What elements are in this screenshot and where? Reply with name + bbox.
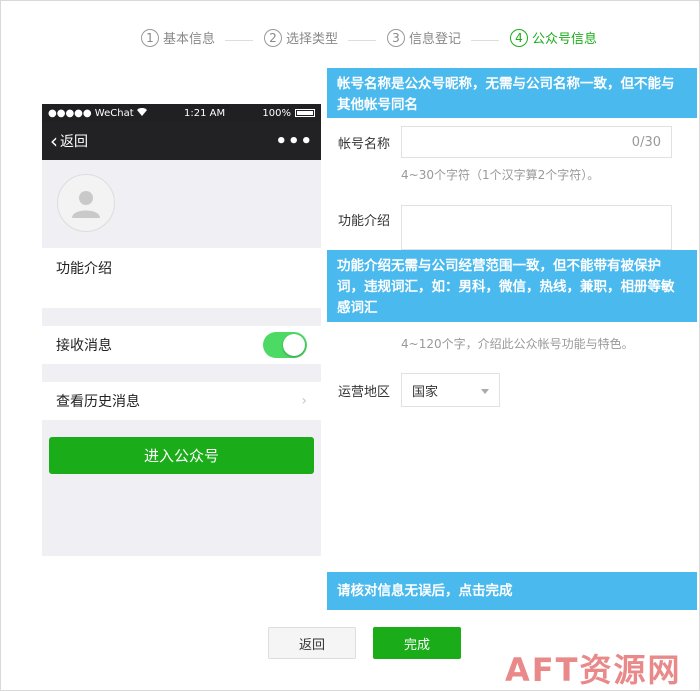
step-1-number: 1 <box>141 28 159 47</box>
step-divider <box>471 40 499 41</box>
avatar <box>57 174 115 232</box>
battery-icon <box>295 109 315 117</box>
intro-cell-label: 功能介绍 <box>56 261 112 277</box>
status-time: 1:21 AM <box>183 107 226 119</box>
chevron-right-icon: › <box>301 393 307 409</box>
more-icon[interactable]: ••• <box>275 131 313 152</box>
step-4: 4 公众号信息 <box>510 28 597 47</box>
done-button[interactable]: 完成 <box>373 627 461 659</box>
step-2-label: 选择类型 <box>286 32 339 47</box>
history-cell[interactable]: 查看历史消息 › <box>42 382 321 420</box>
step-3: 3 信息登记 <box>387 28 461 47</box>
account-name-label: 帐号名称 <box>338 137 391 152</box>
intro-cell: 功能介绍 <box>42 248 321 308</box>
carrier-label: ●●●●● WeChat <box>48 107 134 119</box>
battery-percent: 100% <box>262 107 291 119</box>
region-select[interactable]: 国家 <box>401 373 500 407</box>
caret-down-icon <box>481 389 489 394</box>
enter-account-button[interactable]: 进入公众号 <box>49 437 314 474</box>
step-divider <box>225 40 253 41</box>
confirm-tip: 请核对信息无误后，点击完成 <box>327 572 697 610</box>
step-4-label: 公众号信息 <box>532 32 598 47</box>
profile-area <box>42 160 321 248</box>
history-label: 查看历史消息 <box>56 394 140 410</box>
step-2: 2 选择类型 <box>264 28 338 47</box>
phone-back-label: 返回 <box>60 134 88 150</box>
step-3-label: 信息登记 <box>409 32 462 47</box>
back-button[interactable]: 返回 <box>268 627 356 659</box>
step-4-number: 4 <box>510 28 528 47</box>
intro-textarea[interactable] <box>401 205 672 250</box>
receive-message-toggle[interactable] <box>263 332 307 358</box>
step-indicator: 1 基本信息 2 选择类型 3 信息登记 4 公众号信息 <box>0 28 700 52</box>
account-name-tip: 帐号名称是公众号昵称，无需与公司名称一致，但不能与其他帐号同名 <box>327 68 697 118</box>
user-icon <box>72 191 100 218</box>
step-2-number: 2 <box>264 28 282 47</box>
intro-hint: 4~120个字，介绍此公众帐号功能与特色。 <box>401 337 634 351</box>
status-bar: ●●●●● WeChat 1:21 AM 100% <box>42 104 321 122</box>
chevron-left-icon: ‹ <box>50 129 58 153</box>
watermark: AFT资源网 <box>505 651 682 689</box>
phone-back-button[interactable]: ‹ 返回 <box>50 131 88 151</box>
region-select-value: 国家 <box>412 384 439 400</box>
receive-message-label: 接收消息 <box>56 338 112 354</box>
account-name-hint: 4~30个字符（1个汉字算2个字符）。 <box>401 168 600 182</box>
account-name-input[interactable]: 0/30 <box>401 126 672 158</box>
step-3-number: 3 <box>387 28 405 47</box>
region-label: 运营地区 <box>338 385 391 400</box>
step-divider <box>348 40 376 41</box>
confirm-tip-text: 请核对信息无误后，点击完成 <box>337 582 513 599</box>
step-1: 1 基本信息 <box>141 28 215 47</box>
phone-nav-bar: ‹ 返回 ••• <box>42 122 321 160</box>
wifi-icon <box>136 107 147 119</box>
step-1-label: 基本信息 <box>163 32 216 47</box>
intro-label: 功能介绍 <box>338 214 391 229</box>
account-name-counter: 0/30 <box>631 134 661 150</box>
phone-preview: ●●●●● WeChat 1:21 AM 100% ‹ 返回 ••• 功能介绍 … <box>42 104 321 556</box>
receive-message-cell: 接收消息 <box>42 326 321 364</box>
intro-tip: 功能介绍无需与公司经营范围一致，但不能带有被保护词，违规词汇，如：男科，微信，热… <box>327 250 697 322</box>
